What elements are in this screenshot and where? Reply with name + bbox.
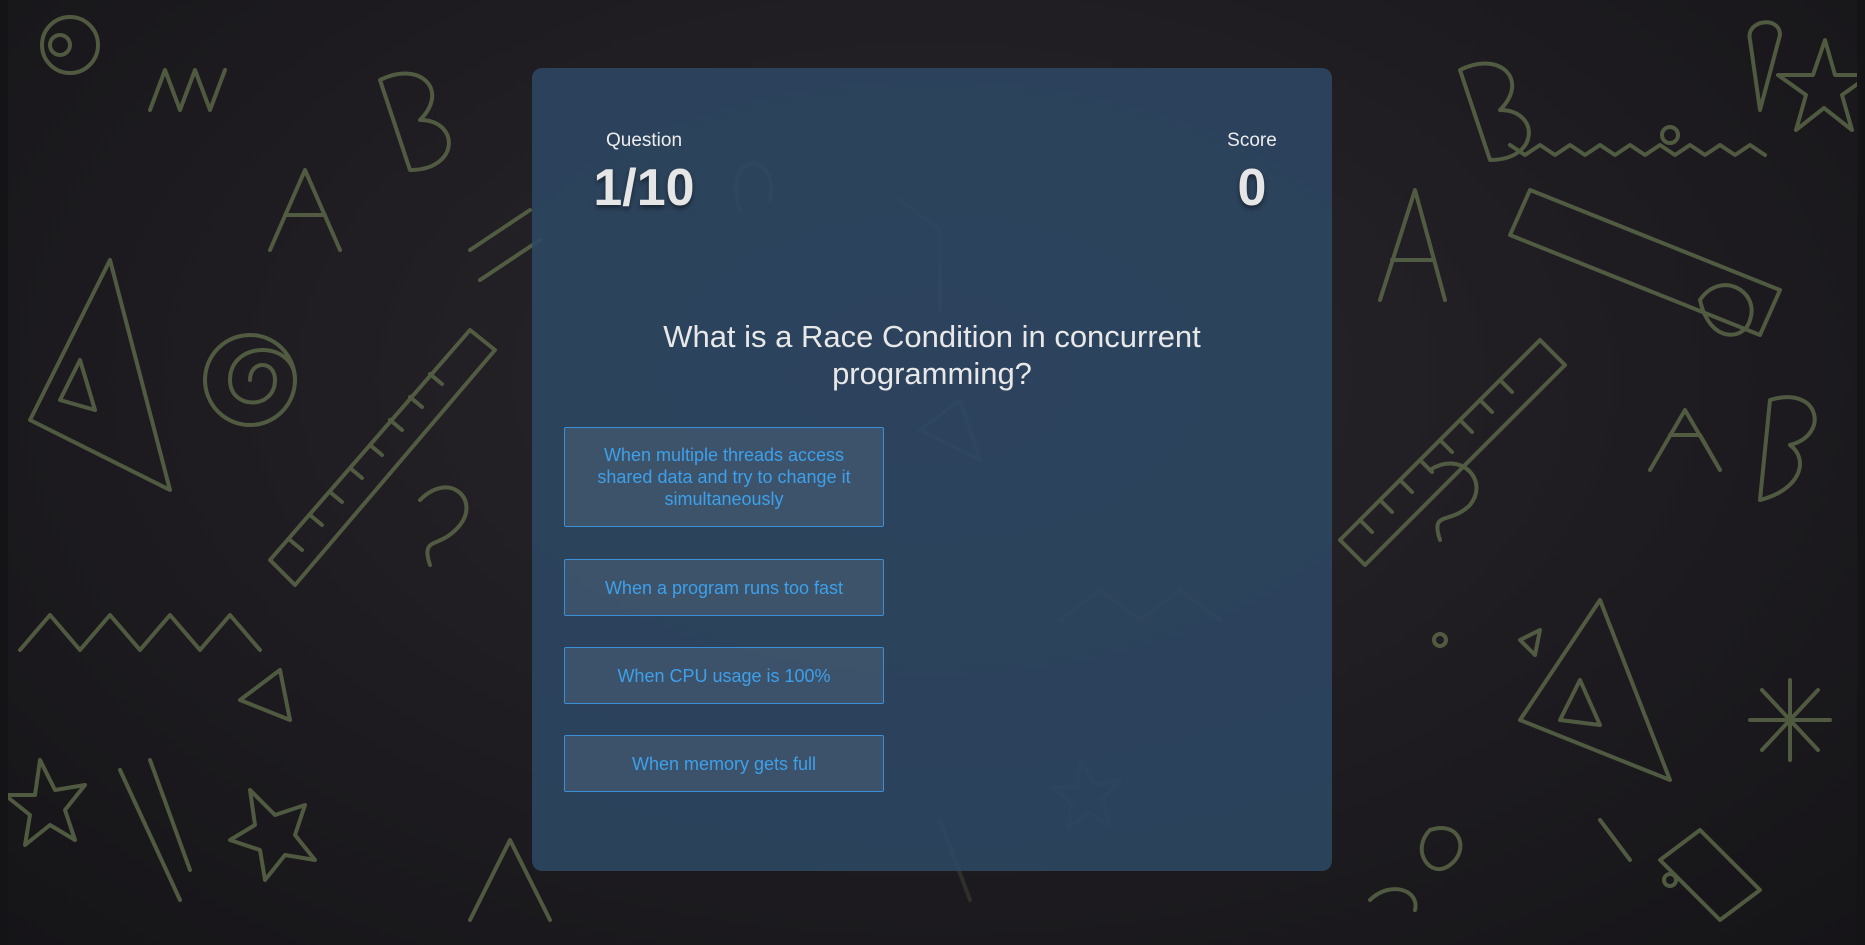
score-value: 0 bbox=[1237, 159, 1267, 217]
choice-button-2[interactable]: When a program runs too fast bbox=[564, 559, 884, 616]
choice-label: When memory gets full bbox=[631, 753, 817, 774]
question-progress: 1/10 bbox=[593, 159, 695, 217]
choice-label: When multiple threads access shared data… bbox=[597, 445, 851, 509]
choice-button-4[interactable]: When memory gets full bbox=[564, 735, 884, 792]
score-counter: Score 0 bbox=[1212, 130, 1292, 218]
question-text: What is a Race Condition in concurrent p… bbox=[663, 319, 1201, 391]
choice-label: When CPU usage is 100% bbox=[617, 665, 831, 686]
score-label: Score bbox=[1227, 130, 1277, 151]
choice-label: When a program runs too fast bbox=[604, 577, 844, 598]
choice-button-1[interactable]: When multiple threads access shared data… bbox=[564, 427, 884, 527]
choice-button-3[interactable]: When CPU usage is 100% bbox=[564, 647, 884, 704]
question-counter: Question 1/10 bbox=[584, 130, 704, 218]
quiz-card: Question 1/10 Score 0 What is a Race Con… bbox=[532, 68, 1332, 871]
question-counter-label: Question bbox=[605, 130, 683, 151]
